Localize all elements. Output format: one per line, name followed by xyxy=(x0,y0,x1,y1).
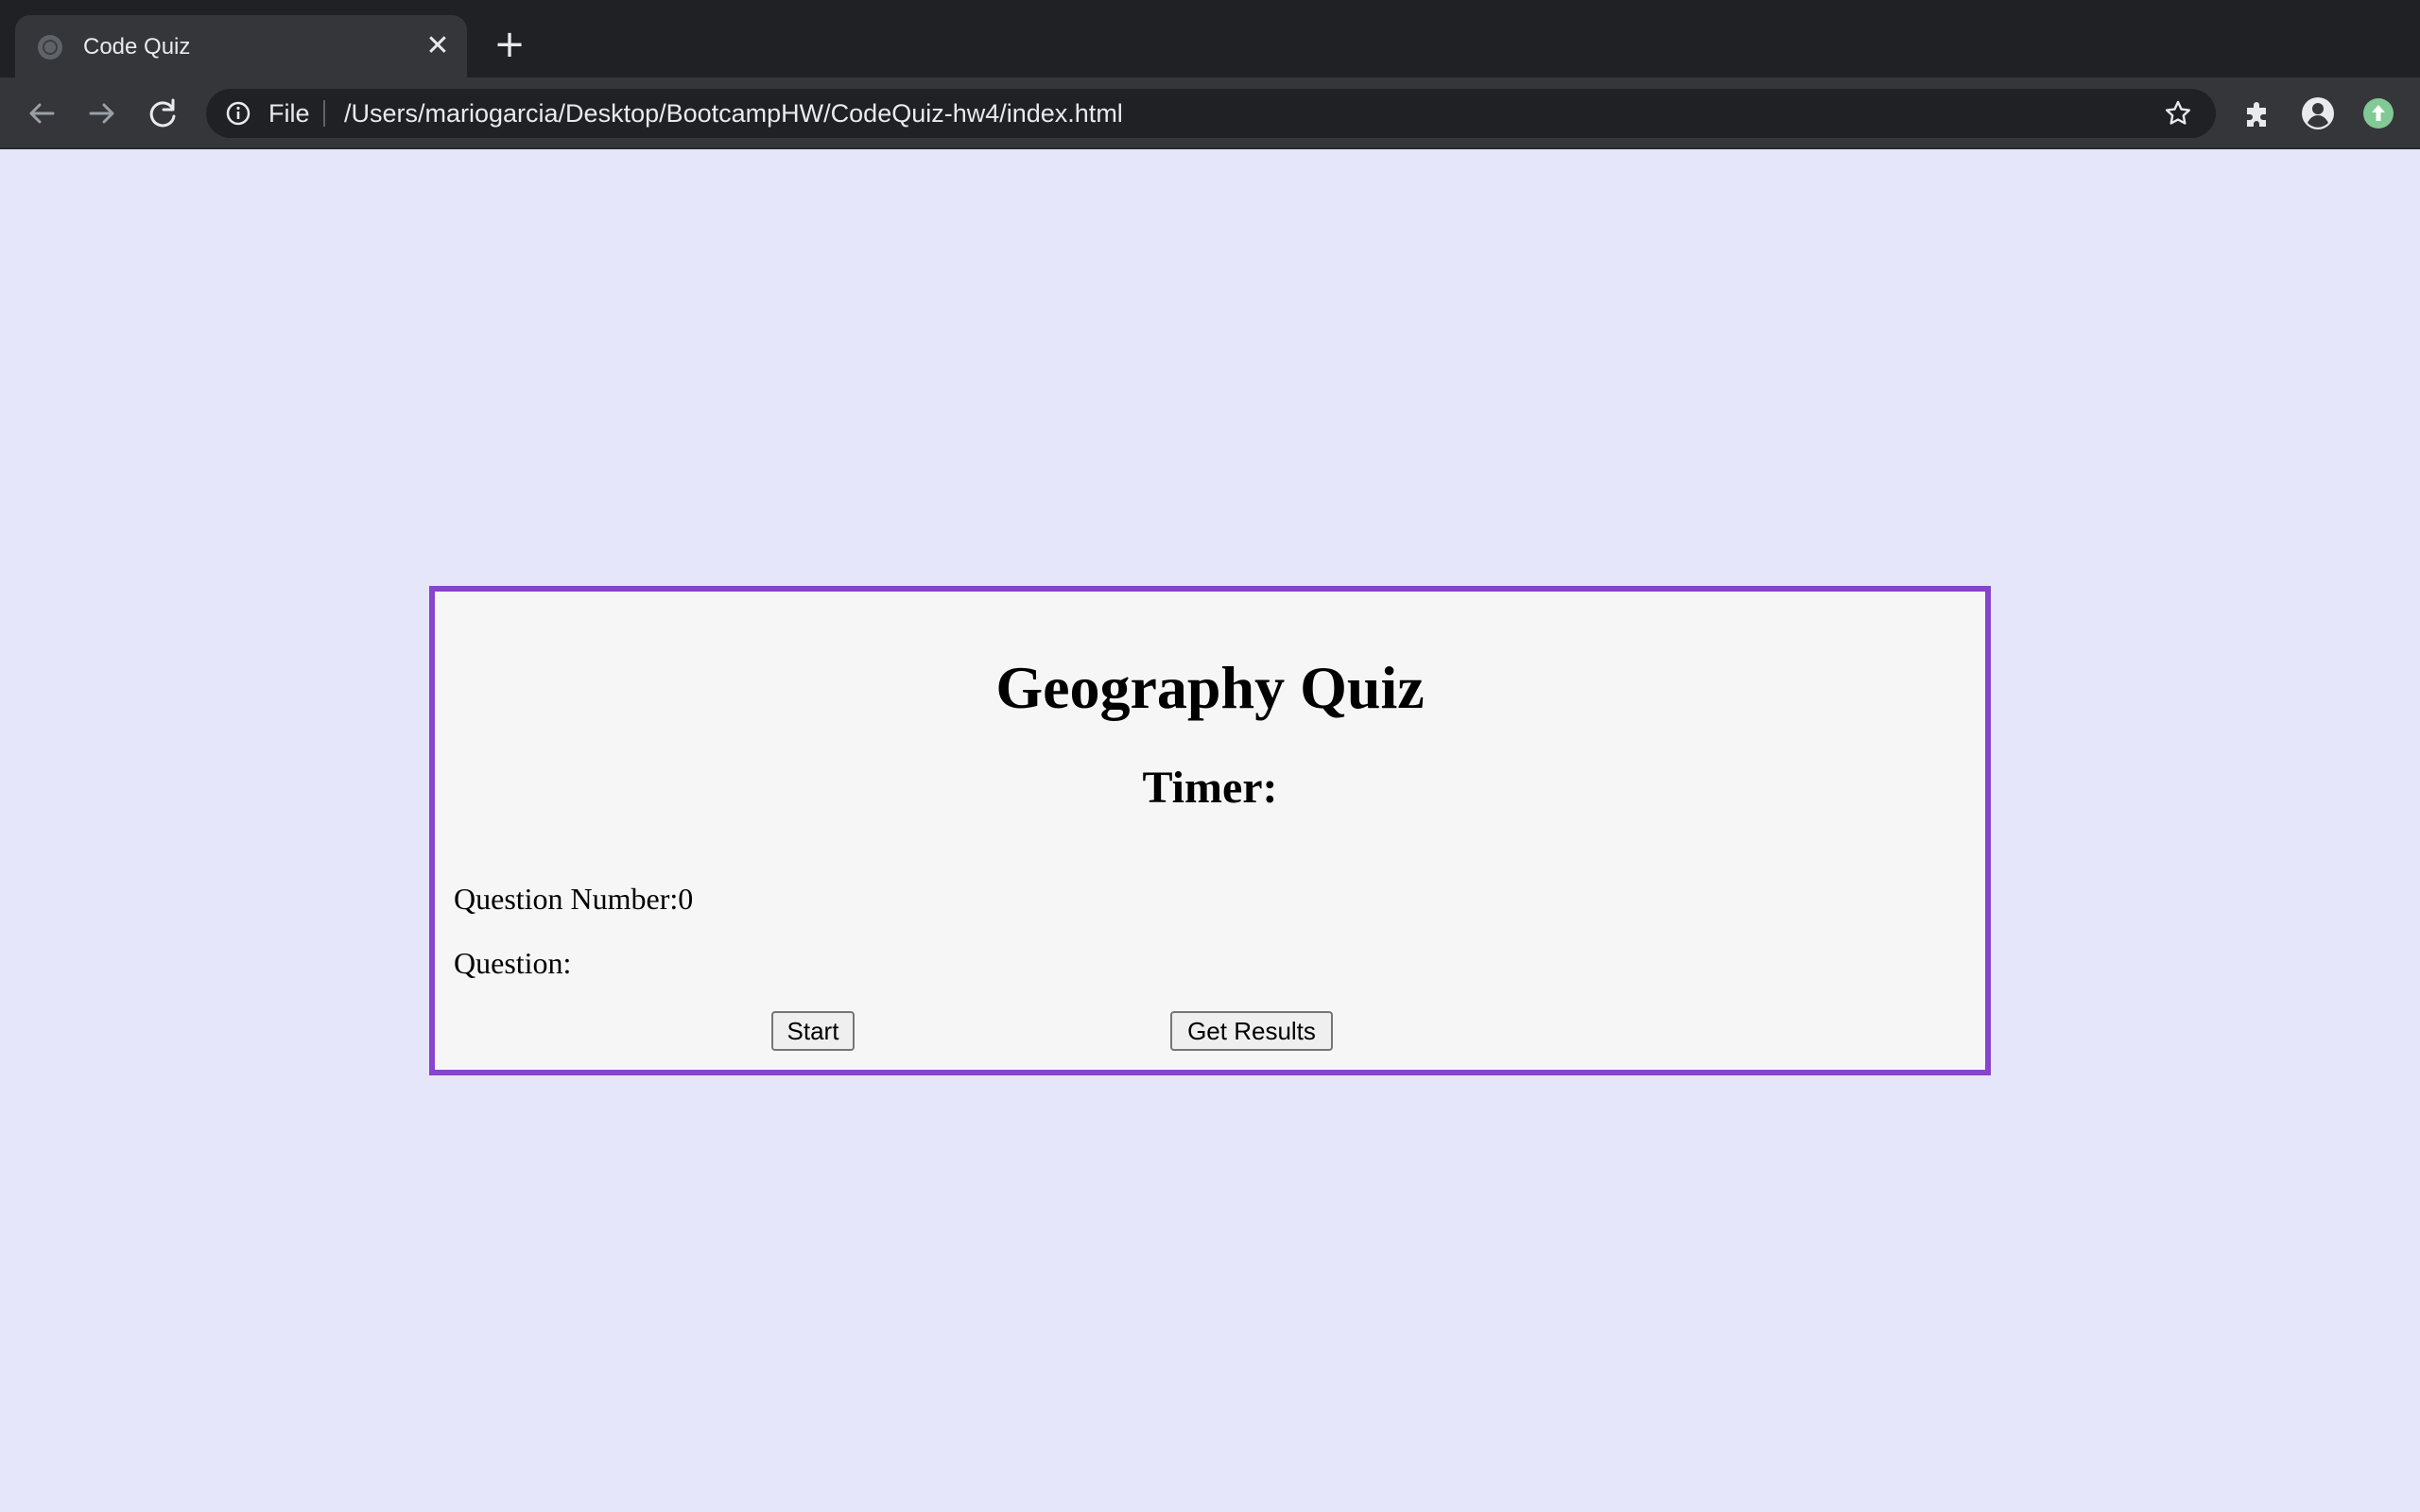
profile-icon[interactable] xyxy=(2299,94,2337,132)
extensions-icon[interactable] xyxy=(2238,94,2276,132)
reload-icon[interactable] xyxy=(144,94,182,132)
star-icon[interactable] xyxy=(2163,98,2193,129)
back-icon[interactable] xyxy=(23,94,60,132)
timer-label: Timer: xyxy=(1142,763,1278,813)
url-text[interactable]: /Users/mariogarcia/Desktop/BootcampHW/Co… xyxy=(344,100,1123,127)
forward-icon[interactable] xyxy=(83,94,121,132)
update-icon[interactable] xyxy=(2360,94,2397,132)
browser-tab[interactable]: Code Quiz ✕ xyxy=(15,15,467,77)
question-text: Question: xyxy=(454,946,572,980)
globe-icon xyxy=(38,35,62,60)
tab-strip: Code Quiz ✕ + xyxy=(0,0,2420,77)
address-bar[interactable]: File /Users/mariogarcia/Desktop/Bootcamp… xyxy=(206,89,2216,138)
question-number: Question Number:0 xyxy=(454,882,694,916)
new-tab-button[interactable]: + xyxy=(493,26,526,63)
tab-title: Code Quiz xyxy=(83,34,191,60)
get-results-button[interactable]: Get Results xyxy=(1170,1011,1333,1051)
close-icon[interactable]: ✕ xyxy=(424,32,452,60)
scheme-label: File xyxy=(268,99,310,128)
address-divider xyxy=(323,100,325,127)
page-title: Geography Quiz xyxy=(995,654,1425,721)
quiz-card: Geography Quiz Timer: Question Number:0 … xyxy=(429,586,1991,1075)
browser-toolbar: File /Users/mariogarcia/Desktop/Bootcamp… xyxy=(0,77,2420,149)
info-icon[interactable] xyxy=(225,100,251,127)
start-button[interactable]: Start xyxy=(771,1011,855,1051)
